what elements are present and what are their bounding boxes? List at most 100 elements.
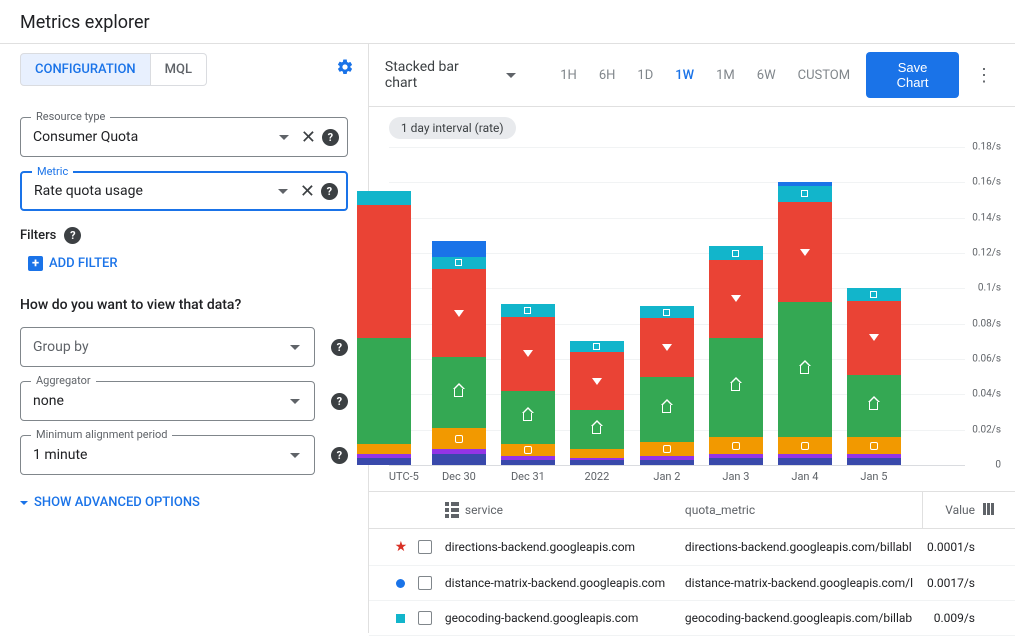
bar-0[interactable] bbox=[357, 191, 411, 465]
legend-row[interactable]: distance-matrix-backend.googleapis.comdi… bbox=[369, 566, 1015, 601]
chart-type-label: Stacked bar chart bbox=[385, 59, 494, 91]
bar-7[interactable] bbox=[847, 288, 901, 465]
show-advanced-options[interactable]: SHOW ADVANCED OPTIONS bbox=[20, 495, 200, 510]
more-menu-icon[interactable]: ⋮ bbox=[965, 59, 1003, 92]
column-settings-icon[interactable] bbox=[983, 503, 1003, 518]
time-range-1h[interactable]: 1H bbox=[550, 62, 587, 89]
bar-4[interactable] bbox=[640, 306, 694, 465]
col-value[interactable]: Value bbox=[913, 503, 983, 517]
grouping-icon[interactable] bbox=[445, 502, 459, 518]
chevron-down-icon bbox=[279, 135, 289, 140]
col-quota-metric[interactable]: quota_metric bbox=[677, 503, 913, 517]
bar-segment bbox=[357, 191, 411, 205]
gear-icon[interactable] bbox=[330, 52, 360, 87]
tab-configuration[interactable]: CONFIGURATION bbox=[20, 53, 151, 86]
chevron-down-icon bbox=[20, 501, 28, 505]
chevron-down-icon bbox=[290, 399, 300, 404]
metric-select[interactable]: Metric Rate quota usage ✕ ? bbox=[20, 171, 348, 211]
legend-row[interactable]: ★directions-backend.googleapis.comdirect… bbox=[369, 529, 1015, 566]
filters-heading: Filters bbox=[20, 228, 56, 243]
series-marker bbox=[524, 446, 532, 454]
group-by-select[interactable]: Group by bbox=[20, 327, 315, 367]
series-marker bbox=[662, 405, 671, 413]
time-range-1d[interactable]: 1D bbox=[627, 62, 663, 89]
resource-type-select[interactable]: Resource type Consumer Quota ✕ ? bbox=[20, 117, 348, 157]
bar-1[interactable] bbox=[432, 241, 486, 465]
bar-segment bbox=[357, 458, 411, 465]
x-tick: Dec 30 bbox=[442, 470, 476, 483]
series-marker bbox=[593, 343, 600, 350]
time-range-1w[interactable]: 1W bbox=[665, 62, 704, 89]
series-marker bbox=[454, 310, 464, 317]
add-filter-label: ADD FILTER bbox=[49, 256, 118, 271]
bar-segment bbox=[432, 269, 486, 357]
series-checkbox[interactable] bbox=[418, 540, 432, 554]
bar-2[interactable] bbox=[501, 304, 555, 465]
chevron-down-icon bbox=[278, 189, 288, 194]
clear-metric[interactable]: ✕ bbox=[294, 181, 321, 202]
value-cell: 0.0001/s bbox=[913, 540, 983, 554]
metric-label: Metric bbox=[32, 165, 73, 178]
min-alignment-select[interactable]: Minimum alignment period 1 minute bbox=[20, 435, 315, 475]
y-tick: 0.04/s bbox=[972, 389, 1001, 400]
help-icon[interactable]: ? bbox=[322, 129, 339, 146]
bar-5[interactable] bbox=[709, 246, 763, 465]
help-icon[interactable]: ? bbox=[331, 393, 348, 410]
col-service[interactable]: service bbox=[465, 503, 503, 517]
bar-segment bbox=[570, 449, 624, 458]
aggregator-select[interactable]: Aggregator none bbox=[20, 381, 315, 421]
advanced-label: SHOW ADVANCED OPTIONS bbox=[34, 495, 200, 510]
series-marker bbox=[801, 190, 808, 197]
bar-6[interactable] bbox=[778, 182, 832, 465]
bar-segment bbox=[357, 444, 411, 455]
chart-area: 1 day interval (rate) 00.02/s0.04/s0.06/… bbox=[369, 107, 1015, 491]
bar-segment bbox=[847, 437, 901, 455]
time-range-6h[interactable]: 6H bbox=[589, 62, 626, 89]
quota-metric-cell: geocoding-backend.googleapis.com/billab bbox=[677, 611, 913, 625]
value-cell: 0.009/s bbox=[913, 611, 983, 625]
series-marker bbox=[455, 259, 462, 266]
aggregator-value: none bbox=[33, 393, 284, 409]
chart-plot[interactable]: 00.02/s0.04/s0.06/s0.08/s0.1/s0.12/s0.14… bbox=[389, 147, 1003, 487]
time-range-1m[interactable]: 1M bbox=[706, 62, 745, 89]
chart-type-select[interactable]: Stacked bar chart bbox=[381, 55, 526, 95]
series-marker bbox=[870, 442, 878, 450]
add-filter-button[interactable]: + ADD FILTER bbox=[28, 256, 118, 271]
help-icon[interactable]: ? bbox=[64, 227, 81, 244]
bar-segment bbox=[709, 246, 763, 260]
help-icon[interactable]: ? bbox=[331, 339, 348, 356]
tab-mql[interactable]: MQL bbox=[151, 53, 207, 86]
series-marker bbox=[523, 413, 532, 421]
series-marker bbox=[870, 291, 877, 298]
series-checkbox[interactable] bbox=[418, 576, 432, 590]
save-chart-button[interactable]: Save Chart bbox=[866, 52, 959, 98]
legend-table: service quota_metric Value ★directions-b… bbox=[369, 491, 1015, 636]
bar-segment bbox=[778, 458, 832, 465]
series-marker bbox=[732, 442, 740, 450]
help-icon[interactable]: ? bbox=[321, 183, 338, 200]
x-origin: UTC-5 bbox=[389, 470, 419, 483]
bar-3[interactable] bbox=[570, 341, 624, 465]
bar-segment bbox=[847, 301, 901, 375]
series-marker bbox=[731, 383, 740, 391]
y-tick: 0.02/s bbox=[972, 424, 1001, 435]
series-marker bbox=[663, 445, 671, 453]
series-checkbox[interactable] bbox=[418, 611, 432, 625]
bar-segment bbox=[778, 302, 832, 436]
time-range-6w[interactable]: 6W bbox=[747, 62, 786, 89]
value-cell: 0.0017/s bbox=[913, 576, 983, 590]
time-range-custom[interactable]: CUSTOM bbox=[788, 62, 860, 89]
clear-resource-type[interactable]: ✕ bbox=[295, 127, 322, 148]
series-marker bbox=[801, 442, 809, 450]
resource-type-label: Resource type bbox=[31, 110, 110, 123]
bar-segment bbox=[709, 338, 763, 437]
service-cell: directions-backend.googleapis.com bbox=[437, 540, 677, 554]
series-marker bbox=[523, 350, 533, 357]
series-marker bbox=[800, 249, 810, 256]
legend-row[interactable]: geocoding-backend.googleapis.comgeocodin… bbox=[369, 601, 1015, 636]
bar-segment bbox=[709, 437, 763, 455]
help-icon[interactable]: ? bbox=[331, 447, 348, 464]
group-by-placeholder: Group by bbox=[33, 339, 284, 355]
metric-value: Rate quota usage bbox=[34, 183, 272, 199]
series-marker bbox=[592, 426, 601, 434]
